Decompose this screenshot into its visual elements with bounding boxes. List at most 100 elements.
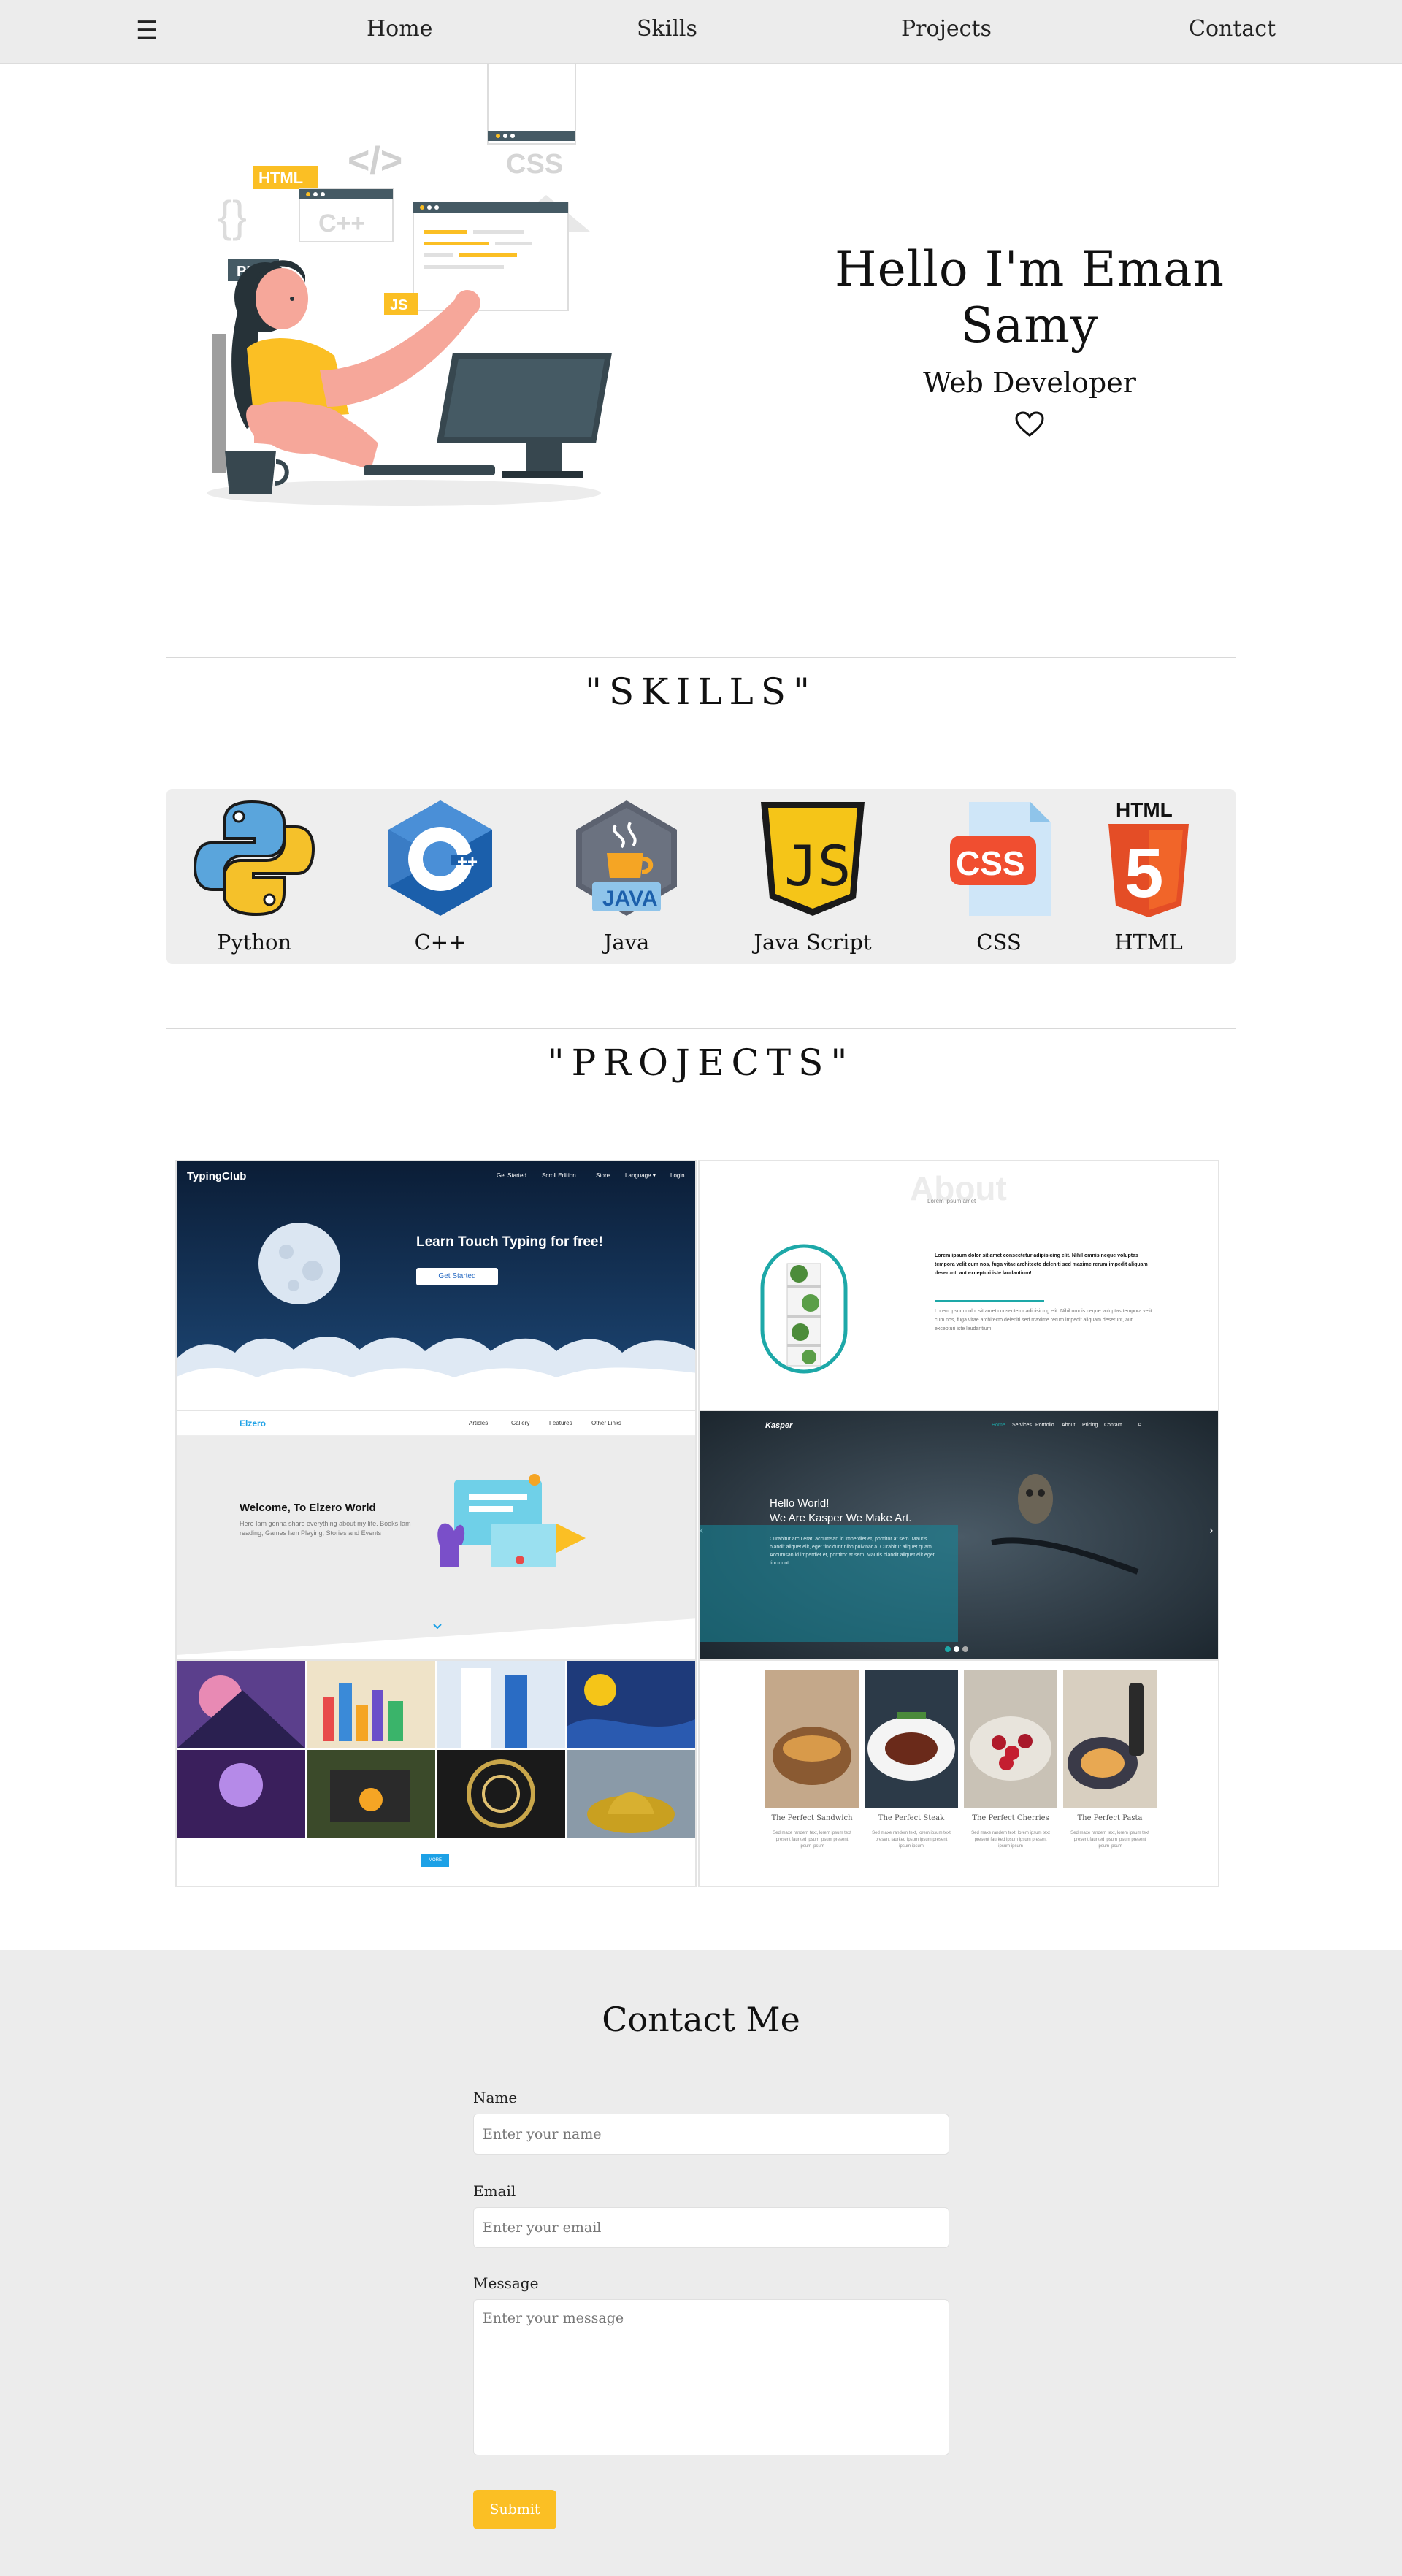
typingclub-logo: TypingClub xyxy=(187,1170,247,1182)
html-number: 5 xyxy=(1125,834,1163,912)
skill-label-java: Java xyxy=(603,930,650,955)
food-text-3: Sed maxe randem text, lorem ipsum text p… xyxy=(1070,1831,1149,1849)
illus-tag-braces: {} xyxy=(218,192,247,241)
python-icon xyxy=(193,800,315,917)
typingclub-get-started-button[interactable]: Get Started xyxy=(416,1268,498,1285)
elzero-nav-0[interactable]: Articles xyxy=(469,1420,488,1426)
about-bold-text: Lorem ipsum dolor sit amet consectetur a… xyxy=(935,1253,1148,1276)
typingclub-nav-1[interactable]: Scroll Edition xyxy=(542,1172,576,1179)
food-text-1: Sed maxe randem text, lorem ipsum text p… xyxy=(872,1831,951,1849)
svg-text:++: ++ xyxy=(457,852,478,872)
nav-link-projects[interactable]: Projects xyxy=(901,16,992,42)
elzero-nav-1[interactable]: Gallery xyxy=(511,1420,529,1426)
food-title-3: The Perfect Pasta xyxy=(1077,1814,1143,1822)
elzero-text: Here Iam gonna share everything about my… xyxy=(240,1520,411,1537)
illus-tag-html: HTML xyxy=(258,169,303,187)
illus-tag-cpp: C++ xyxy=(318,210,365,237)
skill-label-cpp: C++ xyxy=(414,930,467,955)
skill-python: Python xyxy=(170,796,338,964)
projects-title: "PROJECTS" xyxy=(547,1042,855,1084)
elzero-nav-3[interactable]: Other Links xyxy=(591,1420,621,1426)
project-about[interactable]: About Lorem ipsum amet Lorem ipsum dolor… xyxy=(698,1160,1219,1412)
email-input[interactable] xyxy=(473,2207,949,2248)
skill-java: JAVA Java xyxy=(543,796,710,964)
illus-tag-css: CSS xyxy=(506,149,563,180)
project-gallery[interactable]: MORE xyxy=(175,1659,697,1887)
projects-divider xyxy=(166,1028,1236,1029)
skills-title: "SKILLS" xyxy=(584,670,817,713)
search-icon[interactable]: ⌕ xyxy=(1138,1421,1142,1429)
chevron-right-icon[interactable]: › xyxy=(1209,1525,1214,1537)
skill-css: CSS CSS xyxy=(915,796,1083,964)
typingclub-nav-2[interactable]: Store xyxy=(596,1172,610,1179)
kasper-headline-1: Hello World! xyxy=(770,1497,830,1510)
illus-tag-js: JS xyxy=(390,297,407,313)
skill-label-html: HTML xyxy=(1114,930,1183,955)
java-badge: JAVA xyxy=(602,887,658,911)
navbar: ☰ Home Skills Projects Contact xyxy=(0,0,1402,64)
css-icon: CSS xyxy=(950,802,1051,916)
typingclub-nav-0[interactable]: Get Started xyxy=(497,1172,526,1179)
typingclub-nav-4[interactable]: Login xyxy=(670,1172,685,1179)
kasper-nav-3[interactable]: About xyxy=(1062,1423,1075,1428)
project-elzero[interactable]: Elzero Articles Gallery Features Other L… xyxy=(175,1410,697,1662)
illus-tag-code: </> xyxy=(348,139,402,182)
skills-panel: Python ++ C++ JAVA Java JS Java Script C… xyxy=(166,789,1236,964)
hero-subtitle: Web Developer xyxy=(923,367,1136,399)
food-title-1: The Perfect Steak xyxy=(878,1814,945,1822)
email-label: Email xyxy=(473,2182,516,2200)
kasper-text: Curabitur arcu erat, accumsan id imperdi… xyxy=(770,1537,935,1566)
elzero-headline: Welcome, To Elzero World xyxy=(240,1502,376,1514)
food-text-0: Sed maxe randem text, lorem ipsum text p… xyxy=(773,1831,851,1849)
skill-label-python: Python xyxy=(216,930,292,955)
hero-intro: Hello I'm Eman Samy Web Developer xyxy=(774,241,1285,441)
elzero-logo: Elzero xyxy=(240,1418,267,1429)
contact-section: Contact Me Name Email Message Submit xyxy=(0,1950,1402,2576)
message-textarea[interactable] xyxy=(473,2299,949,2455)
food-text-2: Sed maxe randem text, lorem ipsum text p… xyxy=(971,1831,1050,1849)
typingclub-nav-3[interactable]: Language ▾ xyxy=(625,1172,656,1179)
cplusplus-icon: ++ xyxy=(388,800,492,916)
name-label: Name xyxy=(473,2089,518,2106)
name-input[interactable] xyxy=(473,2114,949,2155)
gallery-more-button[interactable]: MORE xyxy=(421,1854,449,1867)
kasper-nav-1[interactable]: Services xyxy=(1012,1423,1032,1428)
about-light-text: Lorem ipsum dolor sit amet consectetur a… xyxy=(935,1309,1152,1331)
skill-label-javascript: Java Script xyxy=(754,930,872,955)
about-teal-divider xyxy=(935,1300,1044,1302)
skills-divider xyxy=(166,657,1236,658)
skill-html: HTML 5 HTML xyxy=(1065,796,1233,964)
typingclub-headline: Learn Touch Typing for free! xyxy=(416,1234,603,1250)
kasper-nav-0[interactable]: Home xyxy=(992,1423,1005,1428)
hero-illustration: CSS </> {} HTML C++ PHP JS xyxy=(196,63,627,516)
projects-grid: TypingClub Get Started Scroll Edition St… xyxy=(175,1160,1222,1887)
kasper-nav-5[interactable]: Contact xyxy=(1104,1423,1122,1428)
project-kasper[interactable]: Kasper Home Services Portfolio About Pri… xyxy=(698,1410,1219,1662)
nav-link-home[interactable]: Home xyxy=(367,16,432,42)
nav-link-skills[interactable]: Skills xyxy=(637,16,697,42)
about-subtitle: Lorem ipsum amet xyxy=(927,1198,976,1204)
kasper-logo: Kasper xyxy=(765,1421,793,1430)
elzero-nav-2[interactable]: Features xyxy=(549,1420,572,1426)
kasper-nav-4[interactable]: Pricing xyxy=(1082,1423,1098,1428)
plant-shelf-image xyxy=(760,1244,848,1374)
skill-label-css: CSS xyxy=(976,930,1022,955)
project-food[interactable]: The Perfect Sandwich Sed maxe randem tex… xyxy=(698,1659,1219,1887)
java-icon: JAVA xyxy=(576,800,677,916)
kasper-headline-2: We Are Kasper We Make Art. xyxy=(770,1512,912,1524)
heart-outline-icon[interactable] xyxy=(1014,410,1045,441)
contact-title: Contact Me xyxy=(602,2000,800,2039)
javascript-icon: JS xyxy=(761,802,865,916)
submit-button[interactable]: Submit xyxy=(473,2490,556,2529)
menu-icon[interactable]: ☰ xyxy=(136,16,158,45)
js-badge: JS xyxy=(784,833,851,898)
html-badge: HTML xyxy=(1116,798,1173,821)
message-label: Message xyxy=(473,2274,539,2292)
css-badge: CSS xyxy=(956,844,1025,882)
kasper-nav-2[interactable]: Portfolio xyxy=(1035,1423,1054,1428)
project-typingclub[interactable]: TypingClub Get Started Scroll Edition St… xyxy=(175,1160,697,1412)
html5-icon: HTML 5 xyxy=(1108,798,1189,917)
food-title-0: The Perfect Sandwich xyxy=(771,1814,853,1822)
nav-link-contact[interactable]: Contact xyxy=(1189,16,1276,42)
food-title-2: The Perfect Cherries xyxy=(972,1814,1049,1822)
